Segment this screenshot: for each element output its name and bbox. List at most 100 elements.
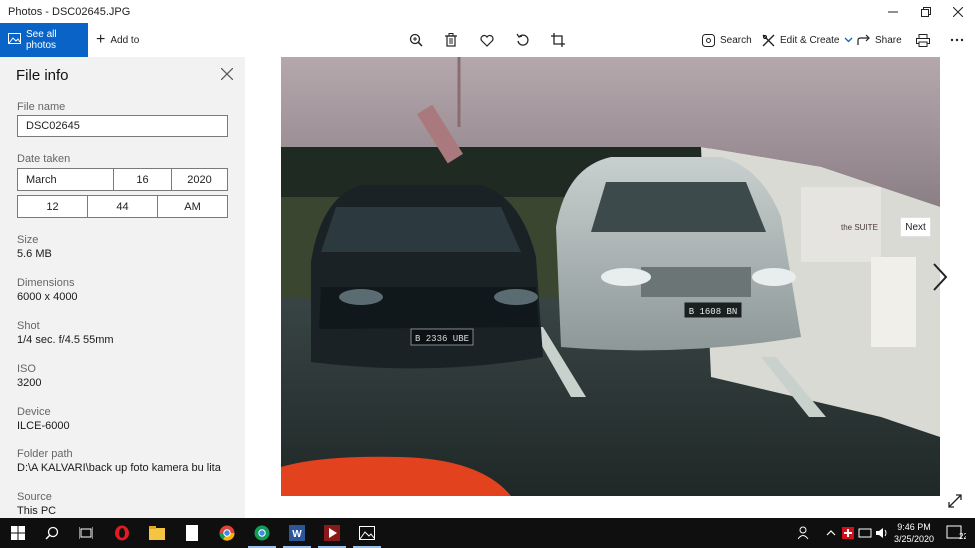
add-to-button[interactable]: + Add to [96, 23, 139, 57]
shot-value: 1/4 sec. f/4.5 55mm [17, 334, 114, 346]
device-value: ILCE-6000 [17, 420, 70, 432]
more-options-icon[interactable] [948, 31, 966, 49]
svg-text:W: W [292, 529, 302, 540]
notification-icon: 22 [946, 525, 966, 541]
dimensions-label: Dimensions [17, 277, 75, 289]
ampm-select[interactable]: AM [158, 196, 227, 217]
folder-icon [149, 526, 165, 540]
source-label: Source [17, 491, 52, 503]
search-button[interactable]: Search [702, 23, 752, 57]
file-name-label: File name [17, 101, 66, 113]
favorite-heart-icon[interactable] [478, 31, 496, 49]
restore-button[interactable] [908, 0, 943, 23]
next-photo-button[interactable] [928, 262, 950, 292]
app-toolbar: See all photos + Add to Search Edit & Cr… [0, 23, 975, 57]
photos-icon [359, 526, 375, 540]
delete-icon[interactable] [442, 31, 460, 49]
media-player-app[interactable] [318, 523, 346, 548]
document-icon [186, 525, 198, 541]
video-icon [324, 525, 340, 541]
next-tooltip: Next [900, 217, 931, 237]
month-select[interactable]: March [18, 169, 114, 190]
chevron-up-icon[interactable] [826, 518, 836, 548]
folder-path-label: Folder path [17, 448, 73, 460]
dimensions-value: 6000 x 4000 [17, 291, 78, 303]
see-all-photos-button[interactable]: See all photos [0, 23, 88, 57]
crop-icon[interactable] [549, 31, 567, 49]
file-explorer-app[interactable] [147, 523, 167, 543]
search-label: Search [720, 34, 752, 46]
chrome-alt-app[interactable] [248, 523, 276, 548]
edit-create-icon [762, 34, 775, 46]
source-value: This PC [17, 505, 57, 517]
file-name-value: DSC02645 [26, 120, 80, 132]
date-picker: March 16 2020 [17, 168, 228, 191]
minimize-button[interactable] [875, 0, 910, 23]
word-app[interactable]: W [283, 523, 311, 548]
zoom-icon[interactable] [407, 31, 425, 49]
window-title: Photos - DSC02645.JPG [8, 5, 131, 18]
year-select[interactable]: 2020 [172, 169, 227, 190]
day-value: 16 [136, 173, 149, 186]
people-icon[interactable] [798, 518, 812, 548]
year-value: 2020 [187, 173, 212, 186]
chrome-app[interactable] [217, 523, 237, 543]
time-picker: 12 44 AM [17, 195, 228, 218]
wall-sign-text: the SUITE [841, 223, 878, 232]
share-label: Share [875, 34, 902, 46]
chevron-right-icon [933, 263, 948, 291]
notifications-button[interactable]: 22 [946, 518, 966, 548]
clock-time: 9:46 PM [897, 522, 931, 532]
ampm-value: AM [184, 200, 201, 213]
iso-label: ISO [17, 363, 36, 375]
month-value: March [26, 173, 57, 186]
photos-app[interactable] [353, 523, 381, 548]
right-car-plate: B 1608 BN [689, 307, 738, 317]
edit-create-button[interactable]: Edit & Create [762, 23, 853, 57]
minute-value: 44 [116, 200, 129, 213]
file-info-title: File info [16, 67, 69, 84]
edit-create-label: Edit & Create [780, 34, 840, 46]
see-all-photos-label: See all photos [26, 29, 57, 51]
windows-taskbar: W 9:46 PM 3/25/2020 22 [0, 518, 975, 548]
size-value: 5.6 MB [17, 248, 52, 260]
folder-path-value[interactable]: D:\A KALVARI\back up foto kamera bu lita [17, 462, 221, 474]
plus-icon: + [96, 31, 106, 48]
system-clock[interactable]: 9:46 PM 3/25/2020 [888, 521, 940, 545]
volume-icon[interactable] [875, 518, 889, 548]
full-screen-button[interactable] [948, 494, 964, 510]
add-to-label: Add to [110, 34, 140, 46]
file-info-panel: File info File name DSC02645 Date taken … [0, 57, 245, 518]
shot-label: Shot [17, 320, 40, 332]
day-select[interactable]: 16 [114, 169, 172, 190]
opera-icon [115, 525, 129, 541]
photos-icon [8, 33, 21, 47]
hour-select[interactable]: 12 [18, 196, 88, 217]
clock-date: 3/25/2020 [893, 534, 935, 544]
chevron-down-icon [845, 37, 853, 43]
network-tray-icon[interactable] [858, 518, 872, 548]
task-view-button[interactable] [76, 523, 96, 543]
word-icon: W [289, 525, 305, 541]
close-window-button[interactable] [940, 0, 975, 23]
search-taskbar-button[interactable] [42, 523, 62, 543]
expand-icon [948, 494, 962, 508]
close-panel-icon[interactable] [220, 67, 235, 81]
minute-select[interactable]: 44 [88, 196, 158, 217]
opera-app[interactable] [112, 523, 132, 543]
windows-logo-icon [11, 526, 25, 540]
notification-count: 22 [959, 532, 966, 541]
size-label: Size [17, 234, 39, 246]
rotate-icon[interactable] [514, 31, 532, 49]
print-icon[interactable] [914, 31, 932, 49]
search-icon [702, 33, 715, 47]
title-bar: Photos - DSC02645.JPG [0, 0, 975, 23]
photo-viewer-image[interactable]: the SUITE B 2336 UBE B 1608 BN [281, 57, 940, 496]
start-button[interactable] [8, 523, 28, 543]
share-button[interactable]: Share [857, 23, 902, 57]
share-icon [857, 34, 870, 45]
iso-value: 3200 [17, 377, 42, 389]
notepad-app[interactable] [182, 523, 202, 543]
file-name-field[interactable]: DSC02645 [17, 115, 228, 137]
antivirus-tray-icon[interactable] [842, 518, 854, 548]
